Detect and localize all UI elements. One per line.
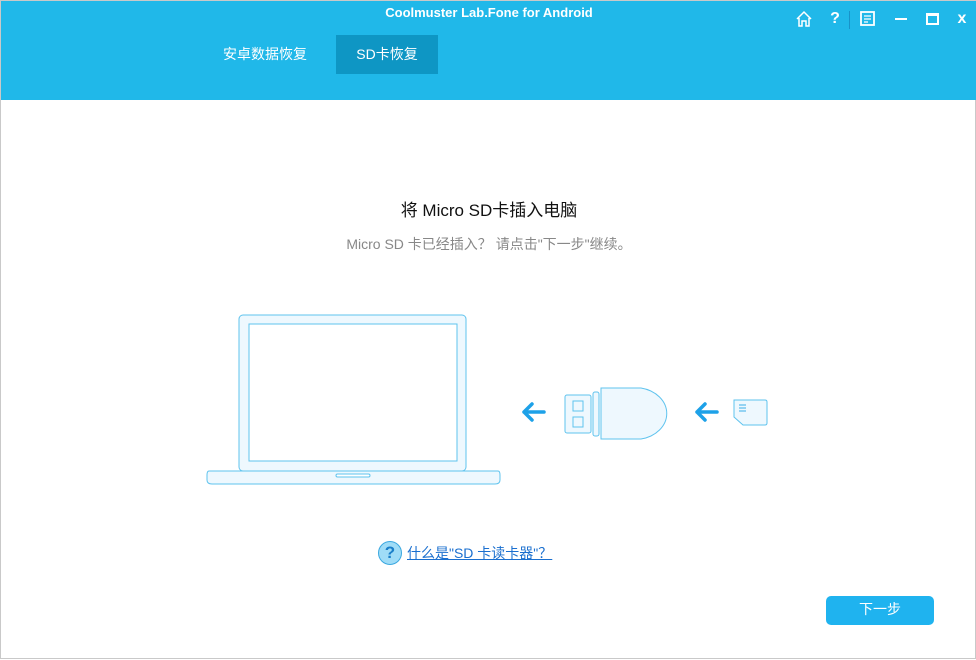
card-reader-illustration bbox=[565, 388, 667, 439]
next-button[interactable]: 下一步 bbox=[826, 596, 934, 625]
arrow-left-icon bbox=[524, 404, 544, 420]
help-link-row[interactable]: ? 什么是"SD 卡读卡器"？ bbox=[378, 541, 552, 565]
question-icon: ? bbox=[378, 541, 402, 565]
what-is-sd-reader-link[interactable]: 什么是"SD 卡读卡器"？ bbox=[407, 543, 552, 563]
arrow-left-icon bbox=[697, 404, 717, 420]
laptop-illustration bbox=[207, 315, 500, 484]
sd-card-icon bbox=[734, 400, 767, 425]
